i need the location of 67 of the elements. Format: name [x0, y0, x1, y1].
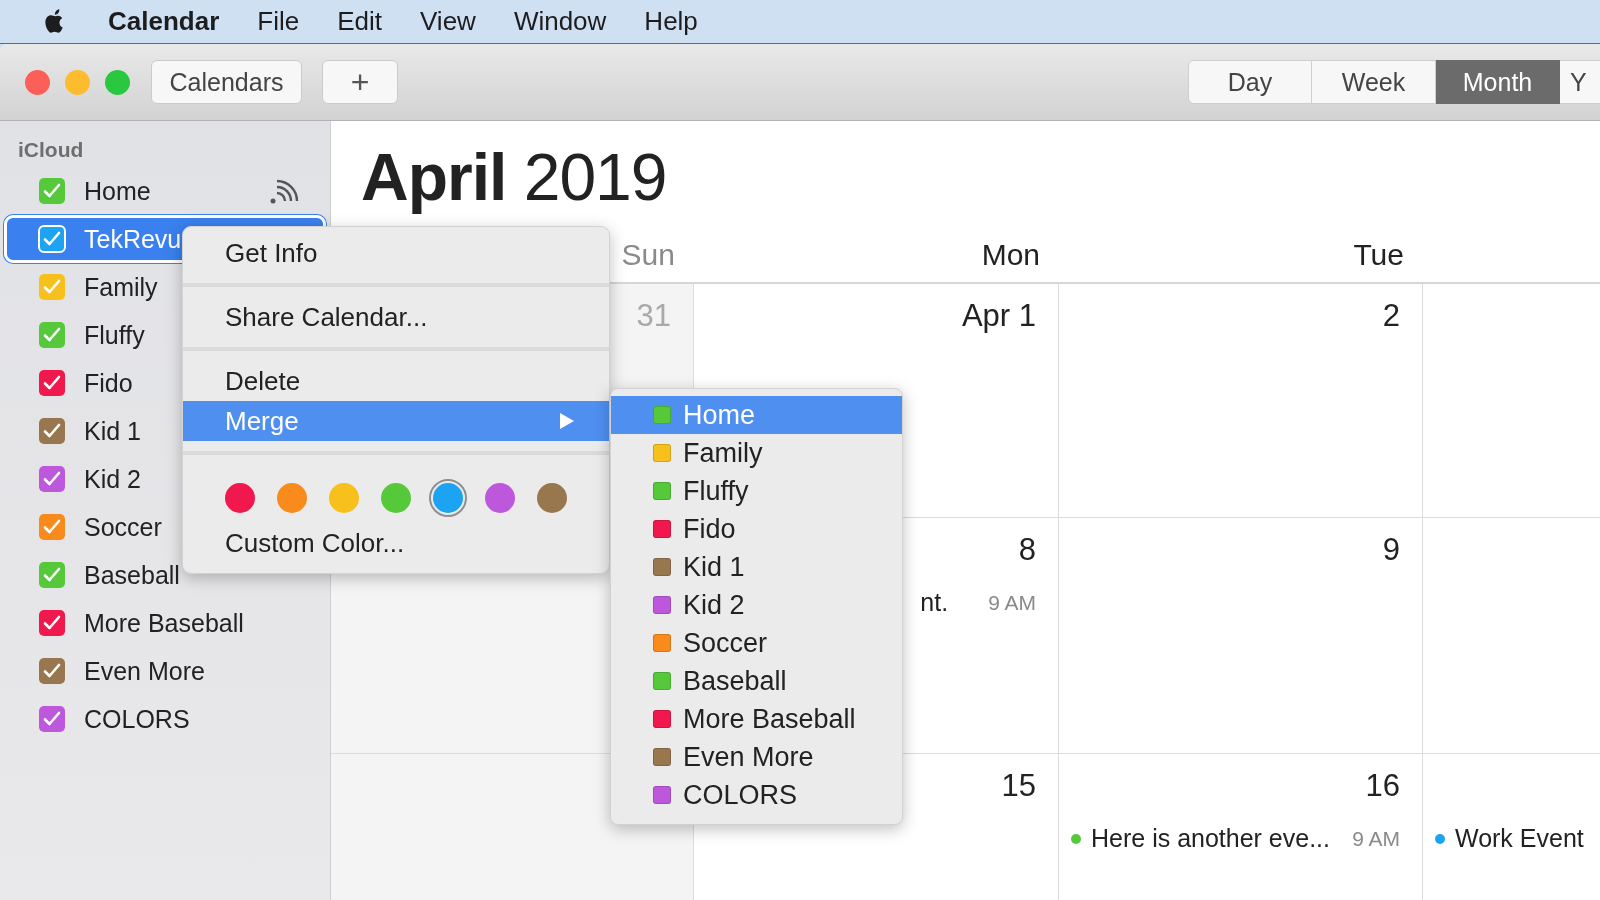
- toolbar-button[interactable]: +: [322, 60, 398, 104]
- menu-item[interactable]: Baseball: [611, 662, 902, 700]
- checkbox[interactable]: [38, 513, 66, 541]
- menu-item[interactable]: Soccer: [611, 624, 902, 662]
- menu-item[interactable]: More Baseball: [611, 700, 902, 738]
- menu-bar-item[interactable]: Help: [644, 6, 698, 37]
- view-tab[interactable]: Y: [1560, 60, 1600, 104]
- color-swatch[interactable]: [381, 483, 411, 513]
- weekday-header: Mon: [981, 237, 1040, 272]
- checkbox[interactable]: [38, 321, 66, 349]
- month-title: April 2019: [360, 139, 668, 216]
- calendar-list-item[interactable]: More Baseball: [0, 599, 330, 647]
- color-swatch[interactable]: [225, 483, 255, 513]
- event-title[interactable]: Here is another eve...: [1091, 824, 1330, 853]
- event-title[interactable]: Work Event: [1455, 824, 1584, 853]
- toolbar-button[interactable]: Calendars: [151, 60, 302, 104]
- view-tab[interactable]: Month: [1436, 60, 1560, 104]
- menu-item[interactable]: Kid 1: [611, 548, 902, 586]
- weekday-header: Sun: [621, 237, 675, 272]
- menu-bar-item[interactable]: Edit: [337, 6, 382, 37]
- menu-bar-item[interactable]: File: [257, 6, 300, 37]
- event-time: 9 AM: [1352, 826, 1400, 851]
- checkbox[interactable]: [38, 177, 66, 205]
- checkbox[interactable]: [38, 561, 66, 589]
- calendar-list-item[interactable]: Kid 2: [0, 455, 330, 503]
- day-number: 31: [636, 298, 671, 335]
- event-time: 9 AM: [988, 590, 1036, 615]
- day-number: 9: [1382, 532, 1400, 569]
- color-swatch[interactable]: [537, 483, 567, 513]
- color-swatch[interactable]: [277, 483, 307, 513]
- checkbox[interactable]: [38, 225, 66, 253]
- close-button[interactable]: [25, 69, 50, 95]
- day-number: Apr 1: [961, 298, 1036, 335]
- color-swatch[interactable]: [429, 479, 467, 517]
- menu-item[interactable]: Fluffy: [611, 472, 902, 510]
- checkbox[interactable]: [38, 657, 66, 685]
- menu-item[interactable]: Delete: [183, 361, 609, 401]
- checkbox[interactable]: [38, 417, 66, 445]
- day-number: 2: [1382, 298, 1400, 335]
- day-number: 8: [1018, 532, 1036, 569]
- color-swatch[interactable]: [485, 483, 515, 513]
- sidebar-header: iCloud: [17, 137, 85, 163]
- menu-item[interactable]: Fido: [611, 510, 902, 548]
- calendar-list-item[interactable]: Home: [0, 167, 330, 215]
- menu-item[interactable]: Even More: [611, 738, 902, 776]
- checkbox[interactable]: [38, 369, 66, 397]
- day-number: 15: [1001, 768, 1036, 805]
- day-number: 16: [1365, 768, 1400, 805]
- checkbox[interactable]: [38, 465, 66, 493]
- menu-item[interactable]: Share Calendar...: [183, 297, 609, 337]
- view-tab[interactable]: Week: [1312, 60, 1436, 104]
- menu-bar-item[interactable]: Window: [513, 6, 607, 37]
- checkbox[interactable]: [38, 609, 66, 637]
- view-tab[interactable]: Day: [1188, 60, 1312, 104]
- weekday-header: Tue: [1353, 237, 1404, 272]
- checkbox[interactable]: [38, 273, 66, 301]
- menu-item[interactable]: Family: [611, 434, 902, 472]
- menu-item[interactable]: COLORS: [611, 776, 902, 814]
- checkbox[interactable]: [38, 705, 66, 733]
- menu-bar-item[interactable]: View: [420, 6, 476, 37]
- zoom-button[interactable]: [105, 69, 130, 95]
- menu-item[interactable]: Kid 2: [611, 586, 902, 624]
- color-swatch[interactable]: [329, 483, 359, 513]
- menu-app-name[interactable]: Calendar: [108, 6, 220, 37]
- calendar-list-item[interactable]: COLORS: [0, 695, 330, 743]
- calendar-list-item[interactable]: Even More: [0, 647, 330, 695]
- event-title[interactable]: nt.: [920, 588, 949, 617]
